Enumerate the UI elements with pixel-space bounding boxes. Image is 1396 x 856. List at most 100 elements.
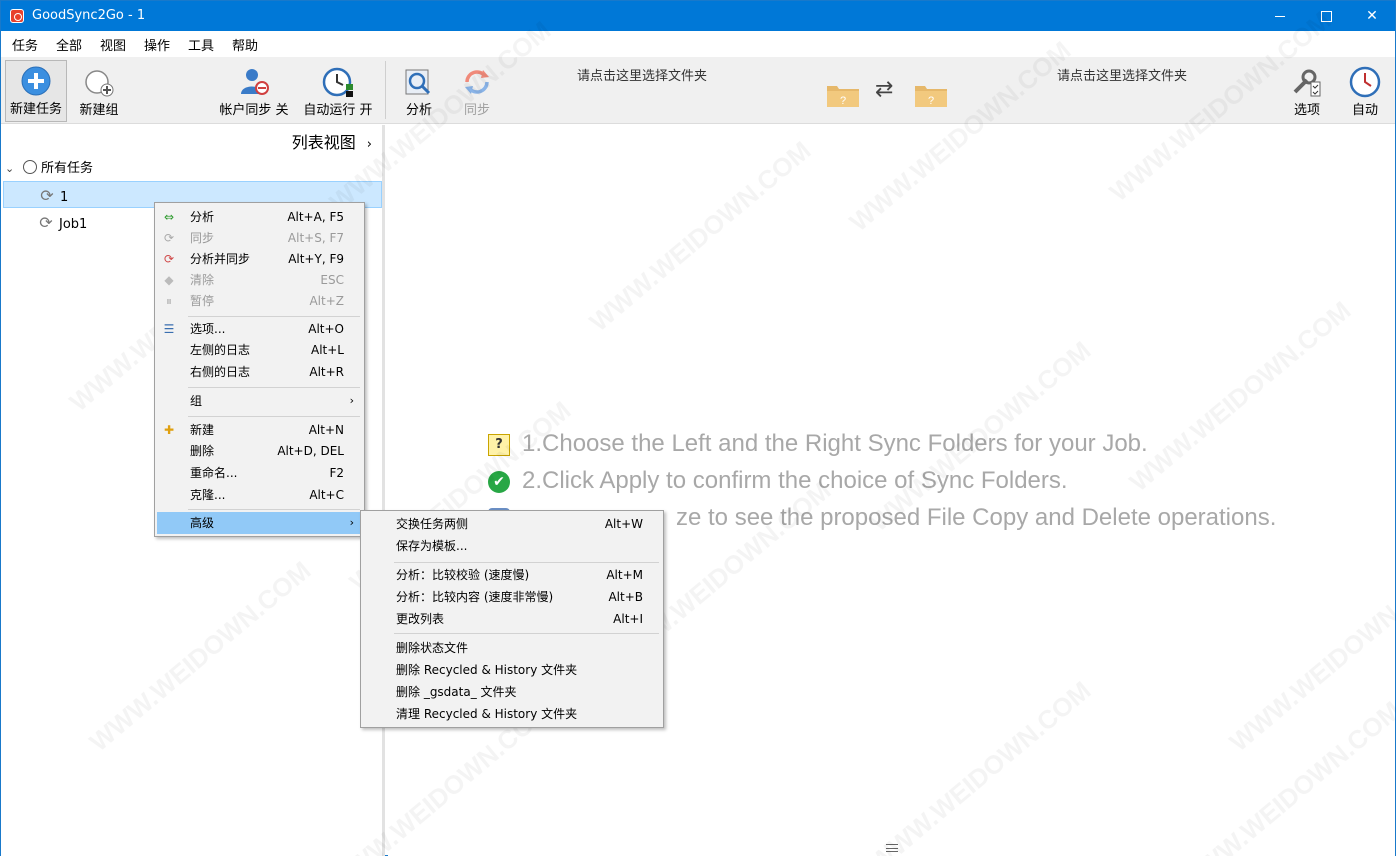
submenu-item[interactable]: 清理 Recycled & History 文件夹	[363, 703, 661, 725]
menu-item-shortcut: Alt+Y, F9	[288, 252, 344, 266]
new-group-button[interactable]: 新建组	[71, 60, 127, 122]
submenu-arrow-icon: ›	[349, 516, 354, 529]
context-menu-item[interactable]: 克隆... Alt+C	[157, 484, 362, 506]
menu-action[interactable]: 操作	[144, 35, 170, 54]
plus-icon: ✚	[163, 423, 175, 437]
tree-root-all-jobs[interactable]: ⌄ 所有任务	[5, 157, 93, 177]
left-folder-prompt[interactable]: 请点击这里选择文件夹	[577, 65, 707, 84]
menu-item-label: 高级	[190, 516, 215, 530]
sync-button[interactable]: 同步	[457, 60, 497, 122]
submenu-item[interactable]: 保存为模板...	[363, 535, 661, 557]
menu-tools[interactable]: 工具	[188, 35, 214, 54]
advanced-submenu: 交换任务两侧 Alt+W 保存为模板... 分析：比较校验 (速度慢) Alt+M 分析：…	[360, 510, 664, 728]
menu-task[interactable]: 任务	[12, 35, 38, 54]
close-button[interactable]: ✕	[1349, 1, 1395, 31]
submenu-item[interactable]: 交换任务两侧 Alt+W	[363, 513, 661, 535]
menu-item-label: 清理 Recycled & History 文件夹	[396, 707, 578, 721]
context-menu-item[interactable]: ⏸ 暂停 Alt+Z	[157, 290, 362, 312]
menu-item-shortcut: Alt+L	[311, 343, 344, 357]
context-menu-item[interactable]: 高级 ›	[157, 512, 362, 534]
maximize-button[interactable]	[1303, 1, 1349, 31]
title-bar: GoodSync2Go - 1 ✕	[1, 1, 1395, 31]
menu-item-label: 清除	[190, 273, 215, 287]
auto-run-label: 自动运行 开	[303, 103, 373, 118]
context-menu-item[interactable]: ☰ 选项... Alt+O	[157, 318, 362, 340]
auto-run-button[interactable]: 自动运行 开	[299, 60, 377, 122]
swap-arrows-icon[interactable]: ⇄	[875, 77, 893, 102]
account-sync-label: 帐户同步 关	[219, 103, 289, 118]
menu-item-label: 重命名...	[190, 466, 238, 480]
right-folder-icon[interactable]: ?	[915, 83, 947, 107]
toolbar-separator	[385, 61, 386, 119]
menu-separator	[188, 416, 360, 417]
menu-item-label: 分析：比较校验 (速度慢)	[396, 568, 530, 582]
sync-status-icon: ⟳	[39, 213, 53, 232]
submenu-item[interactable]: 删除 Recycled & History 文件夹	[363, 659, 661, 681]
submenu-item[interactable]: 分析：比较内容 (速度非常慢) Alt+B	[363, 586, 661, 608]
sync-status-icon: ⟳	[40, 186, 54, 205]
menu-bar: 任务 全部 视图 操作 工具 帮助	[1, 31, 1395, 57]
analyze-sync-icon: ⟳	[163, 252, 175, 266]
context-menu-item[interactable]: ◆ 清除 ESC	[157, 269, 362, 291]
menu-separator	[394, 633, 659, 634]
menu-item-label: 克隆...	[190, 488, 226, 502]
app-window: GoodSync2Go - 1 ✕ 任务 全部 视图 操作 工具 帮助 新建任务	[0, 0, 1396, 856]
hint-step-2: 2.Click Apply to confirm the choice of S…	[522, 467, 1068, 494]
sync-arrows-icon	[465, 70, 489, 94]
chevron-right-icon: ›	[366, 137, 372, 152]
new-task-button[interactable]: 新建任务	[5, 60, 67, 122]
context-menu-item[interactable]: ⇔ 分析 Alt+A, F5	[157, 206, 362, 228]
context-menu-item[interactable]: 重命名... F2	[157, 462, 362, 484]
submenu-arrow-icon: ›	[349, 394, 354, 407]
menu-all[interactable]: 全部	[56, 35, 82, 54]
pause-icon: ⏸	[165, 294, 172, 308]
menu-item-shortcut: Alt+S, F7	[287, 231, 344, 245]
menu-view[interactable]: 视图	[100, 35, 126, 54]
menu-item-label: 选项...	[190, 322, 226, 336]
menu-item-label: 分析并同步	[190, 252, 251, 266]
resize-handle-icon[interactable]	[886, 844, 898, 852]
goodsync-app-icon	[10, 9, 24, 23]
submenu-item[interactable]: 更改列表 Alt+I	[363, 608, 661, 630]
options-button[interactable]: 选项	[1287, 60, 1327, 122]
submenu-item[interactable]: 删除 _gsdata_ 文件夹	[363, 681, 661, 703]
submenu-item[interactable]: 删除状态文件	[363, 637, 661, 659]
job-name: Job1	[59, 217, 88, 232]
menu-item-shortcut: Alt+O	[308, 322, 344, 336]
svg-text:?: ?	[928, 95, 934, 107]
menu-item-shortcut: Alt+I	[613, 612, 643, 626]
menu-help[interactable]: 帮助	[232, 35, 258, 54]
menu-separator	[188, 316, 360, 317]
context-menu-item[interactable]: ⟳ 同步 Alt+S, F7	[157, 227, 362, 249]
menu-item-label: 右侧的日志	[190, 365, 251, 379]
menu-item-label: 删除	[190, 444, 215, 458]
auto-button[interactable]: 自动	[1345, 60, 1385, 122]
menu-item-label: 分析	[190, 210, 215, 224]
menu-item-label: 删除状态文件	[396, 641, 469, 655]
left-folder-icon[interactable]: ?	[827, 83, 859, 107]
menu-item-shortcut: Alt+N	[308, 423, 344, 437]
plus-circle-icon	[21, 66, 51, 96]
radio-circle-icon	[23, 160, 37, 174]
account-sync-button[interactable]: 帐户同步 关	[215, 60, 293, 122]
context-menu-item[interactable]: 左侧的日志 Alt+L	[157, 339, 362, 361]
menu-item-label: 组	[190, 394, 203, 408]
context-menu-item[interactable]: ✚ 新建 Alt+N	[157, 419, 362, 441]
menu-item-shortcut: Alt+M	[606, 568, 643, 582]
context-menu-item[interactable]: ⟳ 分析并同步 Alt+Y, F9	[157, 248, 362, 270]
context-menu-item[interactable]: 删除 Alt+D, DEL	[157, 440, 362, 462]
menu-item-shortcut: Alt+W	[604, 517, 643, 531]
list-view-toggle[interactable]: 列表视图 ›	[292, 129, 372, 153]
all-jobs-label: 所有任务	[41, 161, 94, 176]
analyze-button[interactable]: 分析	[399, 60, 439, 122]
context-menu-item[interactable]: 组 ›	[157, 390, 362, 412]
menu-item-shortcut: Alt+D, DEL	[277, 444, 344, 458]
eraser-icon: ◆	[164, 273, 174, 287]
right-folder-prompt[interactable]: 请点击这里选择文件夹	[1057, 65, 1187, 84]
submenu-item[interactable]: 分析：比较校验 (速度慢) Alt+M	[363, 564, 661, 586]
minimize-button[interactable]	[1257, 1, 1303, 31]
menu-item-label: 分析：比较内容 (速度非常慢)	[396, 590, 554, 604]
sync-icon: ⟳	[163, 231, 175, 245]
chevron-down-icon[interactable]: ⌄	[5, 162, 19, 175]
context-menu-item[interactable]: 右侧的日志 Alt+R	[157, 361, 362, 383]
